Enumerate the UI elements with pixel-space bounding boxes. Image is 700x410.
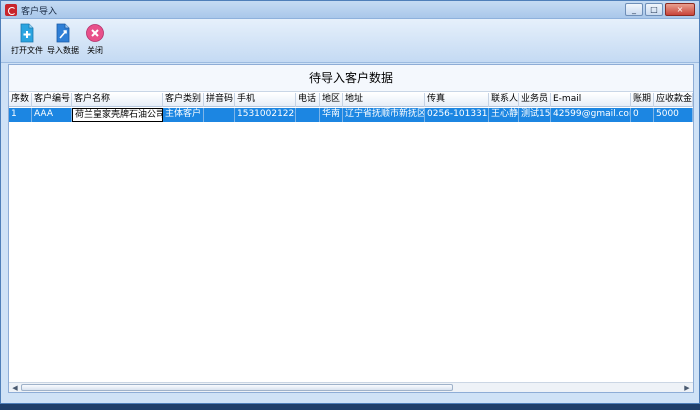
window-title: 客户导入 bbox=[21, 7, 58, 17]
column-header[interactable]: 客户编号 bbox=[32, 93, 72, 107]
table-cell[interactable]: 5000 bbox=[654, 108, 693, 122]
close-button[interactable]: 关闭 bbox=[78, 23, 112, 56]
window-controls: _ □ × bbox=[625, 3, 695, 16]
open-file-icon bbox=[20, 23, 34, 43]
taskbar bbox=[0, 404, 700, 410]
import-data-icon bbox=[56, 23, 70, 43]
table-cell[interactable]: AAA bbox=[32, 108, 72, 122]
open-file-label: 打开文件 bbox=[11, 46, 43, 55]
minimize-button[interactable]: _ bbox=[625, 3, 643, 16]
column-header[interactable]: 客户类别 bbox=[163, 93, 204, 107]
horizontal-scrollbar[interactable]: ◀ ▶ bbox=[9, 382, 693, 392]
column-header[interactable]: 应收款金 bbox=[654, 93, 693, 107]
column-header[interactable]: 电话 bbox=[296, 93, 320, 107]
table-row[interactable]: 1 AAA 荷兰皇家壳牌石油公司 主体客户 15310021226 华南 辽宁省… bbox=[9, 108, 693, 122]
column-header[interactable]: 地区 bbox=[320, 93, 343, 107]
column-header[interactable]: 业务员 bbox=[519, 93, 551, 107]
customer-import-window: 客户导入 _ □ × 打开文件 导入数据 关闭 待导入客户数据 序数 客户编号 … bbox=[0, 0, 700, 404]
app-logo-icon bbox=[5, 4, 17, 16]
table-cell[interactable]: 主体客户 bbox=[163, 108, 204, 122]
toolbar: 打开文件 导入数据 关闭 bbox=[1, 19, 699, 63]
scroll-thumb[interactable] bbox=[21, 384, 453, 391]
grid-header-row: 序数 客户编号 客户名称 客户类别 拼音码 手机 电话 地区 地址 传真 联系人… bbox=[9, 93, 693, 107]
scroll-right-icon[interactable]: ▶ bbox=[682, 384, 692, 392]
maximize-button[interactable]: □ bbox=[645, 3, 663, 16]
import-data-label: 导入数据 bbox=[47, 46, 79, 55]
customer-data-grid: 待导入客户数据 序数 客户编号 客户名称 客户类别 拼音码 手机 电话 地区 地… bbox=[8, 64, 694, 393]
import-data-button[interactable]: 导入数据 bbox=[46, 23, 80, 56]
table-cell[interactable] bbox=[204, 108, 235, 122]
column-header[interactable]: 传真 bbox=[425, 93, 489, 107]
close-circle-icon bbox=[86, 24, 104, 42]
scroll-left-icon[interactable]: ◀ bbox=[10, 384, 20, 392]
grid-title: 待导入客户数据 bbox=[9, 65, 693, 92]
close-window-button[interactable]: × bbox=[665, 3, 695, 16]
column-header[interactable]: 手机 bbox=[235, 93, 296, 107]
close-label: 关闭 bbox=[87, 46, 103, 55]
column-header[interactable]: 联系人 bbox=[489, 93, 519, 107]
table-cell[interactable]: 15310021226 bbox=[235, 108, 296, 122]
table-cell[interactable]: 0 bbox=[631, 108, 654, 122]
table-cell-editor[interactable]: 荷兰皇家壳牌石油公司 bbox=[72, 108, 163, 122]
table-cell[interactable]: 测试15 bbox=[519, 108, 551, 122]
column-header[interactable]: 序数 bbox=[9, 93, 32, 107]
column-header[interactable]: 客户名称 bbox=[72, 93, 163, 107]
table-cell[interactable]: 42599@gmail.com bbox=[551, 108, 631, 122]
column-header[interactable]: 地址 bbox=[343, 93, 425, 107]
open-file-button[interactable]: 打开文件 bbox=[10, 23, 44, 56]
title-bar[interactable]: 客户导入 _ □ × bbox=[1, 1, 699, 19]
table-cell[interactable]: 0256-1013315 bbox=[425, 108, 489, 122]
table-cell[interactable] bbox=[296, 108, 320, 122]
column-header[interactable]: E-mail bbox=[551, 93, 631, 107]
table-cell[interactable]: 1 bbox=[9, 108, 32, 122]
column-header[interactable]: 拼音码 bbox=[204, 93, 235, 107]
table-cell[interactable]: 华南 bbox=[320, 108, 343, 122]
column-header[interactable]: 账期 bbox=[631, 93, 654, 107]
table-cell[interactable]: 王心静 bbox=[489, 108, 519, 122]
table-cell[interactable]: 辽宁省抚顺市新抚区 bbox=[343, 108, 425, 122]
